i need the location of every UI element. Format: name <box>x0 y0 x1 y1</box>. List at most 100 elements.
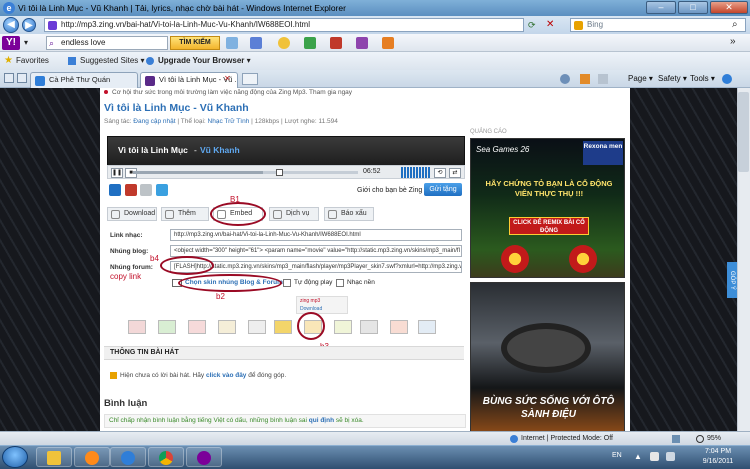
skin-thumb-2[interactable] <box>158 320 176 334</box>
lyric-note-link[interactable]: click vào đây <box>206 372 246 379</box>
tu-dong-play-checkbox[interactable] <box>283 279 291 287</box>
skin-thumb-5[interactable] <box>248 320 266 334</box>
gui-tang-button[interactable]: Gửi tặng <box>424 183 462 196</box>
weather-icon[interactable] <box>382 37 394 49</box>
favorites-star-icon[interactable]: ★ <box>4 52 13 70</box>
refresh-icon[interactable]: ⟳ <box>528 20 536 31</box>
maximize-button[interactable]: □ <box>678 1 708 14</box>
progress-bar[interactable] <box>133 171 358 174</box>
pause-button[interactable]: ❚❚ <box>111 168 123 178</box>
nhac-nen-checkbox[interactable] <box>336 279 344 287</box>
add-share-icon[interactable] <box>156 184 168 196</box>
pencil-icon[interactable] <box>226 37 238 49</box>
upgrade-browser-link[interactable]: Upgrade Your Browser ▾ <box>158 52 251 70</box>
protected-mode-icon[interactable] <box>672 435 680 443</box>
taskbar-yahoo-messenger[interactable] <box>186 447 222 467</box>
yahoo-messenger-icon <box>197 451 211 465</box>
smiley-icon[interactable] <box>278 37 290 49</box>
player-artist[interactable]: Vũ Khanh <box>200 145 240 155</box>
stop-icon[interactable]: ✕ <box>546 19 554 30</box>
tab-them[interactable]: Thêm <box>161 207 209 221</box>
nhung-forum-field[interactable]: [FLASH]http://static.mp3.zing.vn/skins/m… <box>170 261 462 273</box>
skin-thumb-6[interactable] <box>274 320 292 334</box>
bing-search-input[interactable]: Bing <box>570 18 746 32</box>
music-player[interactable]: Vì tôi là Linh Mục - Vũ Khanh <box>107 136 465 166</box>
skin-thumb-8[interactable] <box>334 320 352 334</box>
suggested-sites-link[interactable]: Suggested Sites ▾ <box>80 52 145 70</box>
annotation-copy-link: copy link <box>110 272 142 281</box>
taskbar-media[interactable] <box>74 447 110 467</box>
progress-handle[interactable] <box>276 169 283 176</box>
tab-dich-vu[interactable]: Dịch vụ <box>269 207 319 221</box>
print-icon[interactable] <box>598 74 608 84</box>
sangtac-value[interactable]: Đang cập nhật <box>133 118 175 125</box>
taskbar-chrome[interactable] <box>148 447 184 467</box>
shuffle-icon[interactable]: ⇄ <box>449 168 461 178</box>
theloai-value[interactable]: Nhạc Trữ Tình <box>208 118 250 125</box>
repeat-icon[interactable]: ⟲ <box>434 168 446 178</box>
promo-text[interactable]: Cơ hội thư sức trong môi trường làm việc… <box>112 89 352 96</box>
tab-them-label: Thêm <box>178 210 196 217</box>
answers-icon[interactable] <box>330 37 342 49</box>
protected-mode-text[interactable]: Internet | Protected Mode: Off <box>521 432 613 445</box>
close-button[interactable]: ✕ <box>710 1 748 14</box>
tray-expand-icon[interactable]: ▲ <box>634 452 642 461</box>
minimize-button[interactable]: – <box>646 1 676 14</box>
rexona-ad[interactable]: Sea Games 26 Rexona men HÃY CHỨNG TỎ BẠN… <box>470 138 625 278</box>
mail-icon[interactable] <box>250 37 262 49</box>
network-icon[interactable] <box>650 452 659 461</box>
skin-thumb-9[interactable] <box>360 320 378 334</box>
search-icon[interactable]: ⌕ <box>732 19 738 30</box>
skin-thumb-11[interactable] <box>418 320 436 334</box>
scrollbar-thumb[interactable] <box>738 92 749 172</box>
site-favicon-icon <box>48 21 57 30</box>
help-icon[interactable] <box>722 74 732 84</box>
forward-icon[interactable]: ▶ <box>22 18 36 32</box>
games-icon[interactable] <box>304 37 316 49</box>
yahoo-search-input[interactable]: endless love <box>46 36 168 50</box>
tab-bao-xau[interactable]: Báo xấu <box>324 207 374 221</box>
binh-luan-heading: Bình luận <box>104 398 148 409</box>
volume-meter[interactable] <box>401 167 431 178</box>
link-nhac-field[interactable]: http://mp3.zing.vn/bai-hat/Vi-toi-la-Lin… <box>170 229 462 241</box>
yahoo-search-button[interactable]: TÌM KIẾM <box>170 36 220 50</box>
skin-thumb-4[interactable] <box>218 320 236 334</box>
flickr-icon[interactable] <box>356 37 368 49</box>
qui-dinh-link[interactable]: qui định <box>309 417 334 424</box>
favorites-label[interactable]: Favorites <box>16 52 49 70</box>
system-clock[interactable]: 7:04 PM 9/16/2011 <box>690 447 746 467</box>
page-menu[interactable]: Page ▾ <box>628 73 653 85</box>
nhung-blog-field[interactable]: <object width="300" height="61"> <param … <box>170 245 462 257</box>
ad1-cta-button[interactable]: CLICK ĐỂ REMIX BÀI CỔ ĐỘNG <box>509 217 589 235</box>
zing-share-icon[interactable] <box>109 184 121 196</box>
skin-thumb-1[interactable] <box>128 320 146 334</box>
tab-download[interactable]: Download <box>107 207 157 221</box>
tools-menu[interactable]: Tools ▾ <box>690 73 715 85</box>
volume-icon[interactable] <box>666 452 675 461</box>
tab-list-icon[interactable] <box>17 73 27 83</box>
tab-close-icon[interactable]: ✕ <box>224 74 231 83</box>
car-ad[interactable]: BÙNG SỨC SỐNG VỚI ÔTÔ SÀNH ĐIỆU <box>470 282 625 434</box>
yahoo-menu-chevron-icon[interactable]: ▾ <box>24 38 28 47</box>
taskbar-explorer[interactable] <box>36 447 72 467</box>
yahoo-logo-icon[interactable]: Y! <box>2 36 20 50</box>
home-icon[interactable] <box>560 74 570 84</box>
start-button[interactable] <box>2 446 28 468</box>
google-share-icon[interactable] <box>125 184 137 196</box>
gop-y-button[interactable]: GÓP Ý <box>727 262 737 298</box>
back-icon[interactable]: ◀ <box>3 17 19 33</box>
toolbar-more-icon[interactable]: » <box>730 36 736 47</box>
quick-tabs-icon[interactable] <box>4 73 14 83</box>
skin-thumb-10[interactable] <box>390 320 408 334</box>
url-input[interactable]: http://mp3.zing.vn/bai-hat/Vi-toi-la-Lin… <box>44 18 524 32</box>
email-share-icon[interactable] <box>140 184 152 196</box>
language-indicator[interactable]: EN <box>612 452 622 459</box>
taskbar-ie[interactable] <box>110 447 146 467</box>
tab-ca-phe-thu-quan[interactable]: Cà Phê Thư Quán <box>30 72 138 88</box>
new-tab-button[interactable] <box>242 73 258 85</box>
zoom-level[interactable]: 95% <box>707 432 721 445</box>
feeds-icon[interactable] <box>580 74 590 84</box>
safety-menu[interactable]: Safety ▾ <box>658 73 687 85</box>
song-artist[interactable]: Vũ Khanh <box>200 102 249 114</box>
skin-thumb-3[interactable] <box>188 320 206 334</box>
